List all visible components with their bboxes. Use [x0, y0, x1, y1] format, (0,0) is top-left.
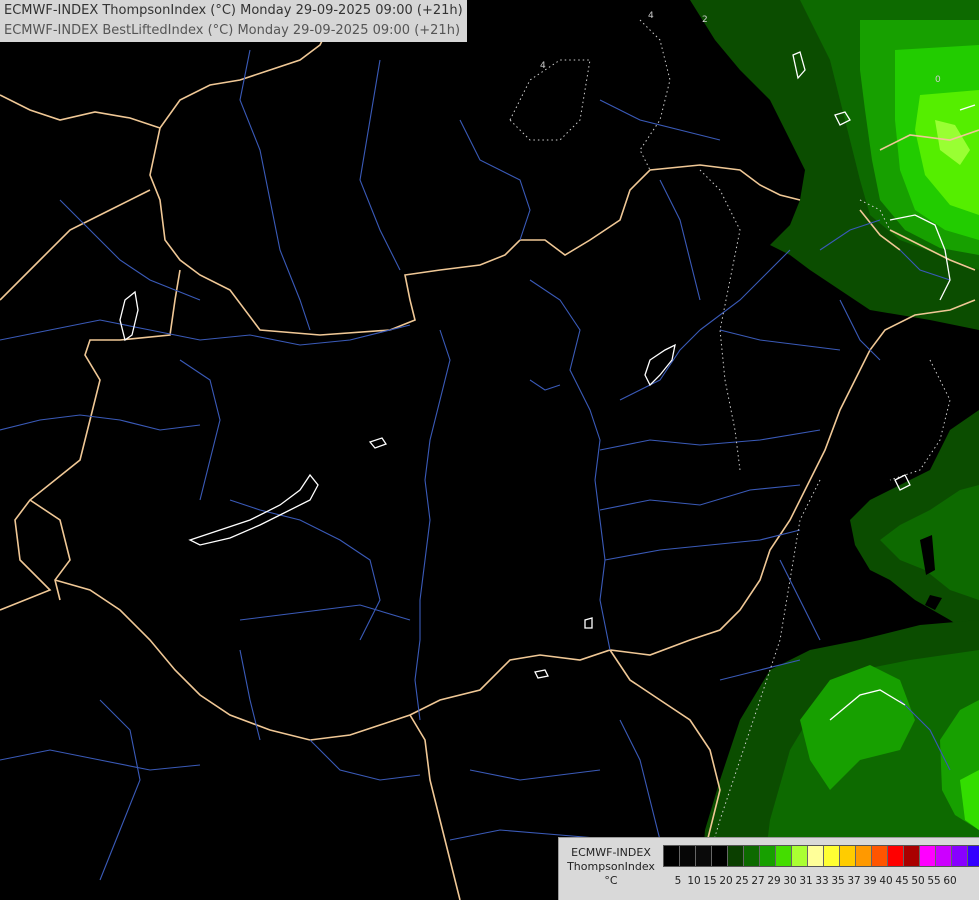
legend-swatch	[808, 846, 824, 866]
legend-title: ECMWF-INDEX ThompsonIndex °C	[563, 846, 659, 888]
legend-tick-label: 29	[767, 875, 781, 887]
legend-tick-label: 35	[831, 875, 845, 887]
legend-tick-label: 60	[943, 875, 957, 887]
legend-tick-label: 31	[799, 875, 813, 887]
legend-swatch	[776, 846, 792, 866]
legend-tick-label: 20	[719, 875, 733, 887]
legend-tick-label: 55	[927, 875, 941, 887]
legend-tick-label: 5	[674, 875, 682, 887]
legend-tick-label: 15	[703, 875, 717, 887]
legend-swatch	[840, 846, 856, 866]
legend-swatch	[696, 846, 712, 866]
legend-unit: °C	[604, 874, 618, 887]
legend-tick-label: 27	[751, 875, 765, 887]
svg-text:4: 4	[540, 61, 546, 71]
legend-swatch	[920, 846, 936, 866]
legend-swatch	[872, 846, 888, 866]
legend-tick-label: 30	[783, 875, 797, 887]
legend-swatch	[744, 846, 760, 866]
legend-swatch	[680, 846, 696, 866]
legend-tick-label: 10	[687, 875, 701, 887]
lifted-index-title: ECMWF-INDEX BestLiftedIndex (°C) Monday …	[4, 23, 461, 38]
legend-swatch	[952, 846, 968, 866]
legend-tick-label: 40	[879, 875, 893, 887]
svg-text:4: 4	[648, 11, 654, 21]
svg-text:2: 2	[702, 15, 708, 25]
legend-swatch	[936, 846, 952, 866]
legend-swatch	[664, 846, 680, 866]
map-header: ECMWF-INDEX ThompsonIndex (°C) Monday 29…	[0, 0, 467, 42]
legend-tick-label: 37	[847, 875, 861, 887]
legend-parameter: ThompsonIndex	[567, 860, 655, 873]
legend-tick-label: 50	[911, 875, 925, 887]
color-legend: ECMWF-INDEX ThompsonIndex °C 5 10 15 20 25 27…	[558, 837, 979, 900]
legend-ticks: 5 10 15 20 25 27 29 30 31 33 35 37 39 40 45 50 55 60	[663, 875, 979, 889]
legend-swatch	[968, 846, 979, 866]
legend-tick-label: 25	[735, 875, 749, 887]
legend-swatch	[904, 846, 920, 866]
legend-swatch	[888, 846, 904, 866]
legend-swatches	[663, 845, 979, 867]
legend-tick-label: 33	[815, 875, 829, 887]
weather-map[interactable]: 4 2 4 0	[0, 0, 979, 900]
legend-swatch	[760, 846, 776, 866]
svg-text:0: 0	[935, 75, 941, 85]
legend-tick-label: 45	[895, 875, 909, 887]
legend-swatch	[824, 846, 840, 866]
legend-tick-label: 39	[863, 875, 877, 887]
legend-swatch	[712, 846, 728, 866]
legend-swatch	[792, 846, 808, 866]
thompson-index-title: ECMWF-INDEX ThompsonIndex (°C) Monday 29…	[4, 3, 463, 18]
legend-model: ECMWF-INDEX	[571, 846, 651, 859]
legend-swatch	[856, 846, 872, 866]
legend-swatch	[728, 846, 744, 866]
